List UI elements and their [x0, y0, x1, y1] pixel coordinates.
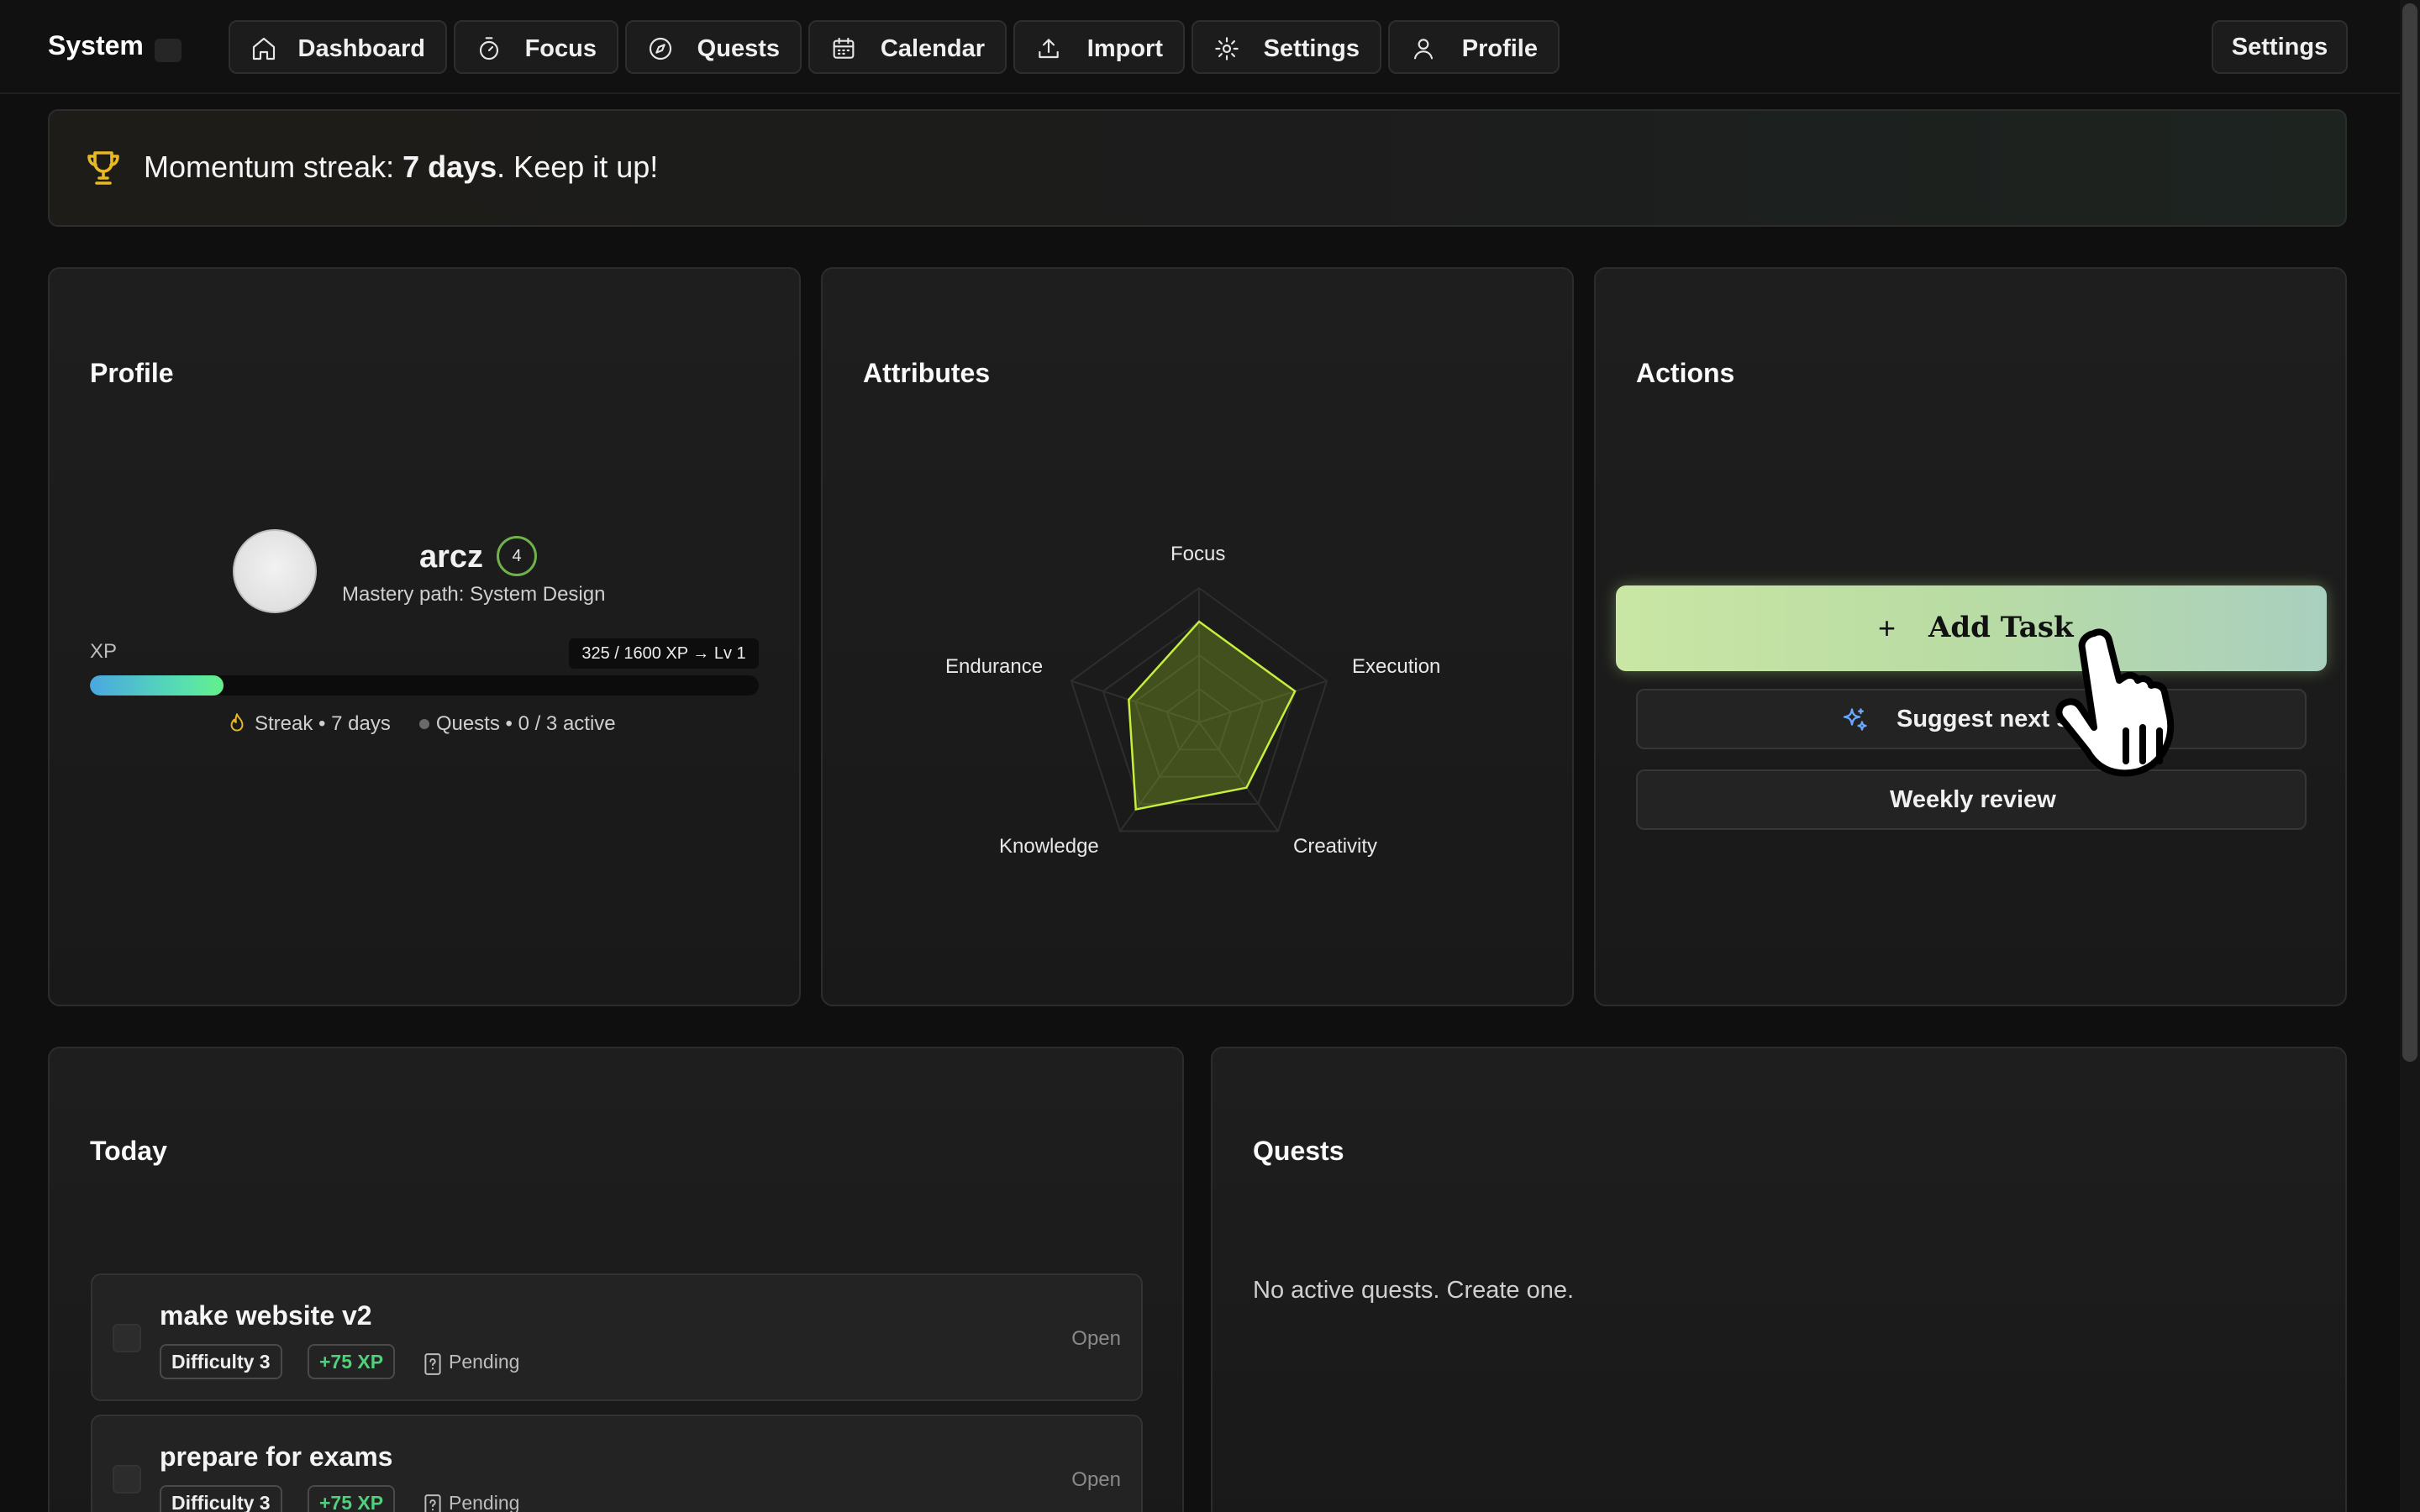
streak-message: Momentum streak: 7 days. Keep it up!: [144, 150, 658, 185]
flame-icon: [230, 713, 244, 732]
actions-title: Actions: [1636, 358, 1735, 388]
quests-stat: Quests • 0 / 3 active: [435, 712, 616, 735]
radar-label-execution: Execution: [1352, 655, 1441, 678]
brand-title: System: [48, 30, 144, 60]
task-title: make website v2: [160, 1300, 372, 1331]
task-row[interactable]: prepare for exams Difficulty 3 +75 XP Pe…: [91, 1415, 1143, 1512]
streak-banner: Momentum streak: 7 days. Keep it up!: [48, 109, 2347, 227]
profile-title: Profile: [90, 358, 174, 388]
user-icon: [1413, 39, 1434, 60]
radar-label-creativity: Creativity: [1293, 835, 1378, 858]
radar-label-endurance: Endurance: [945, 655, 1044, 678]
calendar-icon: [833, 37, 855, 59]
settings-button[interactable]: Settings: [2212, 20, 2348, 74]
quests-title: Quests: [1253, 1136, 1344, 1166]
streak-suffix: . Keep it up!: [497, 150, 659, 184]
nav-quests[interactable]: Quests: [625, 20, 802, 74]
nav-dashboard[interactable]: Dashboard: [229, 20, 447, 74]
open-task-link[interactable]: Open: [1071, 1468, 1121, 1492]
task-status: Pending: [449, 1492, 520, 1512]
suggest-next-label: Suggest next s: [1897, 706, 2070, 732]
xp-progress-bar: [90, 675, 759, 696]
nav-calendar[interactable]: Calendar: [808, 20, 1007, 74]
home-icon: [252, 37, 276, 60]
nav-label: Import: [1086, 35, 1163, 62]
nav-label: Settings: [1263, 35, 1360, 62]
empty-quests-message: No active quests. Create one.: [1253, 1277, 1575, 1304]
nav-label: Quests: [697, 35, 780, 62]
task-checkbox[interactable]: [113, 1324, 141, 1352]
nav-profile[interactable]: Profile: [1388, 20, 1560, 74]
nav-settings[interactable]: Settings: [1192, 20, 1381, 74]
weekly-review-label: Weekly review: [1890, 786, 2056, 813]
status-dot: [418, 719, 429, 729]
quests-card: Quests No active quests. Create one.: [1211, 1047, 2347, 1512]
profile-stats: Streak • 7 days Quests • 0 / 3 active: [226, 712, 616, 736]
streak-stat: Streak • 7 days: [255, 712, 391, 735]
compass-icon: [649, 37, 672, 60]
today-title: Today: [90, 1136, 167, 1166]
difficulty-badge: Difficulty 3: [160, 1485, 282, 1512]
nav-label: Dashboard: [297, 35, 425, 62]
xp-progress-fill: [90, 675, 224, 696]
nav-label: Profile: [1461, 35, 1538, 62]
brand-badge: [155, 39, 182, 62]
attributes-radar-chart: [1070, 586, 1328, 832]
scrollbar-thumb[interactable]: [2402, 3, 2417, 1062]
sparkle-icon: [1843, 708, 1867, 731]
suggest-next-button[interactable]: Suggest next s: [1636, 689, 2307, 749]
xp-badge: +75 XP: [308, 1344, 396, 1379]
xp-progress-chip: 325 / 1600 XP → Lv 1: [569, 638, 759, 669]
nav-label: Calendar: [880, 35, 985, 62]
weekly-review-button[interactable]: Weekly review: [1636, 769, 2307, 830]
pending-icon: [424, 1353, 441, 1375]
upload-icon: [1039, 39, 1059, 59]
task-title: prepare for exams: [160, 1441, 393, 1472]
nav-focus[interactable]: Focus: [454, 20, 618, 74]
nav-import[interactable]: Import: [1013, 20, 1185, 74]
gear-icon: [1215, 37, 1239, 60]
difficulty-badge: Difficulty 3: [160, 1344, 282, 1379]
radar-value-shape: [1128, 620, 1297, 811]
hand-cursor-icon: [2055, 628, 2175, 777]
streak-prefix: Momentum streak:: [144, 150, 403, 184]
xp-label: XP: [90, 640, 118, 663]
trophy-icon: [87, 151, 119, 185]
avatar[interactable]: [233, 529, 317, 613]
open-task-link[interactable]: Open: [1071, 1327, 1121, 1351]
task-row[interactable]: make website v2 Difficulty 3 +75 XP Pend…: [91, 1273, 1143, 1401]
profile-card: Profile arcz 4 Mastery path: System Desi…: [48, 267, 801, 1006]
top-navigation-bar: System Dashboard Focus Quests Calendar I…: [0, 0, 2400, 94]
pending-icon: [424, 1494, 441, 1512]
attributes-card: Attributes Focus Execution Creativity Kn…: [821, 267, 1574, 1006]
plus-icon: +: [1878, 611, 1897, 645]
mastery-path: Mastery path: System Design: [342, 583, 606, 606]
task-status: Pending: [449, 1351, 520, 1373]
task-checkbox[interactable]: [113, 1465, 141, 1494]
radar-label-focus: Focus: [1171, 543, 1226, 565]
xp-badge: +75 XP: [308, 1485, 396, 1512]
timer-icon: [479, 37, 499, 60]
add-task-button[interactable]: + Add Task: [1616, 585, 2327, 671]
streak-days: 7 days: [402, 150, 497, 184]
radar-label-knowledge: Knowledge: [999, 835, 1099, 858]
level-badge: 4: [497, 536, 537, 576]
nav-label: Focus: [524, 35, 597, 62]
username: arcz: [419, 539, 484, 575]
